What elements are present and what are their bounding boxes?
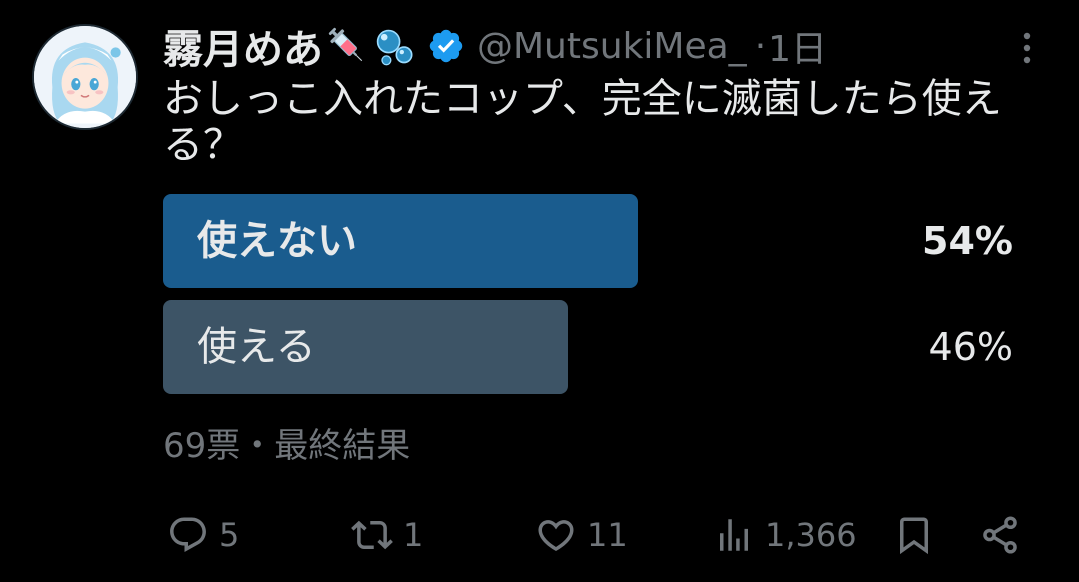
author-display-name[interactable]: 霧月めあ [163, 17, 323, 75]
retweet-icon [351, 514, 393, 556]
reply-icon [167, 514, 209, 556]
like-count: 11 [587, 516, 628, 554]
views-count: 1,366 [765, 516, 857, 554]
views-icon [713, 514, 755, 556]
reply-button[interactable]: 5 [167, 500, 239, 570]
poll-option-1: 使えない 54% [163, 194, 1013, 288]
retweet-button[interactable]: 1 [351, 500, 423, 570]
tweet-text: おしっこ入れたコップ、完全に滅菌したら使える？ [163, 76, 1002, 168]
poll-option-1-percent: 54% [922, 219, 1013, 263]
views-button[interactable]: 1,366 [713, 500, 857, 570]
header-separator: · [754, 25, 767, 67]
tweet-header: 霧月めあ @MutsukiMea_ · 1日 [163, 17, 827, 75]
author-handle[interactable]: @MutsukiMea_ [477, 26, 747, 67]
tweet-timestamp[interactable]: 1日 [768, 20, 827, 72]
heart-icon [535, 514, 577, 556]
retweet-count: 1 [403, 516, 424, 554]
poll-option-1-label: 使えない [197, 218, 357, 264]
reply-count: 5 [219, 516, 240, 554]
like-button[interactable]: 11 [535, 500, 628, 570]
poll-option-2: 使える 46% [163, 300, 1013, 394]
bookmark-button[interactable] [893, 500, 935, 570]
poll-meta: 69票・最終結果 [163, 426, 411, 466]
syringe-emoji-icon [325, 24, 369, 68]
action-bar: 5 1 11 1,366 [163, 500, 1033, 570]
share-button[interactable] [979, 500, 1021, 570]
bookmark-icon [893, 514, 935, 556]
author-avatar[interactable] [32, 24, 138, 130]
more-options-icon[interactable] [1016, 28, 1038, 68]
share-icon [979, 514, 1021, 556]
poll-option-2-percent: 46% [928, 325, 1013, 369]
verified-badge-icon[interactable] [427, 27, 465, 65]
bubbles-emoji-icon [371, 24, 415, 68]
poll-option-2-label: 使える [197, 324, 316, 370]
